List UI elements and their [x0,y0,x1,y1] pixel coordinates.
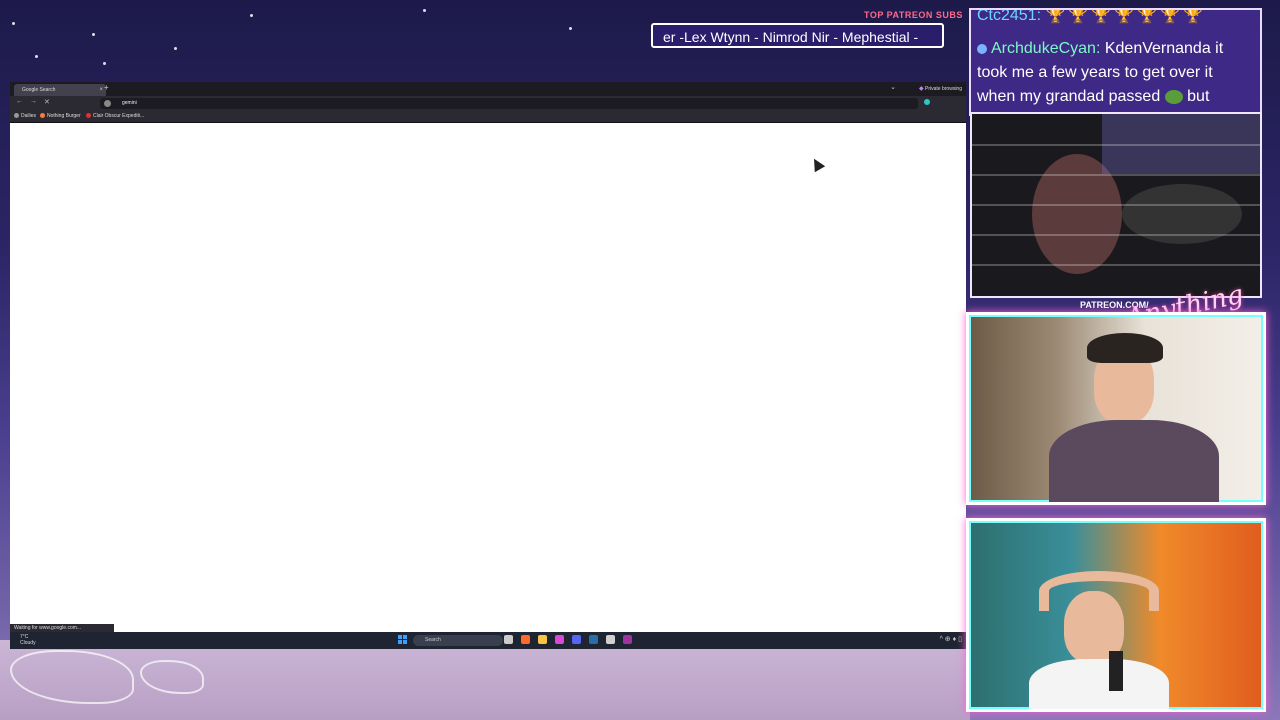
back-button[interactable]: ← [16,98,23,105]
bookmark-label: Nothing Burger [47,113,81,119]
app-icon[interactable] [623,635,632,644]
tab-bar: Google Search × + ⌄ ◆ Private browsing [10,82,966,96]
obs-icon[interactable] [606,635,615,644]
system-tray[interactable]: ^ ⊕ ♦ ▯ [940,635,962,643]
crack-decoration [10,650,134,704]
star [569,27,572,30]
close-icon[interactable]: × [99,84,103,96]
url-bar[interactable]: gemini [100,98,918,109]
shirt [1029,659,1169,709]
weather-desc: Cloudy [20,640,36,646]
extension-icon[interactable] [924,99,930,105]
private-browsing-label: Private browsing [925,86,962,92]
star [35,55,38,58]
star [92,33,95,36]
chat-message: ArchdukeCyan: KdenVernanda it took me a … [977,37,1254,109]
star [174,47,177,50]
chat-username: Ctc2451: [977,8,1042,24]
bookmark-clair-obscur[interactable]: Clair Obscur Expediti... [86,113,144,119]
star [103,62,106,65]
microphone [1109,651,1123,691]
bookmark-label: Dailies [21,113,37,119]
crack-decoration [140,660,204,694]
mask-icon: ◆ [919,86,924,92]
glitch-line [972,204,1260,206]
file-explorer-icon[interactable] [538,635,547,644]
weather-widget[interactable]: 7°C Cloudy [20,634,36,646]
ground-background [0,640,970,720]
firefox-icon[interactable] [521,635,530,644]
chat-overlay: Ctc2451: 🏆🏆🏆🏆🏆🏆🏆 ArchdukeCyan: KdenVerna… [969,8,1262,116]
chat-line: Ctc2451: 🏆🏆🏆🏆🏆🏆🏆 [977,8,1206,25]
hair [1087,333,1163,363]
taskbar-search-label: Search [425,637,441,643]
url-text: gemini [122,100,137,106]
bookmark-dailies[interactable]: Dailies [14,113,36,119]
favicon-icon [86,113,91,119]
bookmark-nothing-burger[interactable]: Nothing Burger [40,113,81,119]
bookmarks-bar: Dailies Nothing Burger Clair Obscur Expe… [10,111,966,123]
chat-badges: 🏆🏆🏆🏆🏆🏆🏆 [1045,8,1206,24]
game-capture-feed [970,112,1262,298]
steam-icon[interactable] [589,635,598,644]
stop-button[interactable]: ✕ [44,98,50,106]
patreon-subs-ticker: er -Lex Wtynn - Nimrod Nir - Mephestial … [651,23,944,48]
taskview-icon[interactable] [504,635,513,644]
navigation-bar: ← → ✕ gemini [10,96,966,111]
discord-icon[interactable] [572,635,581,644]
glitch-line [972,174,1260,176]
taskbar: 7°C Cloudy Search ^ ⊕ ♦ ▯ [10,632,966,649]
chat-text-tail: but [1187,88,1210,105]
bookmark-label: Clair Obscur Expediti... [93,113,145,119]
folder-icon [14,113,19,119]
chat-badge-icon [977,43,987,54]
tab-title: Google Search [22,87,56,93]
search-engine-icon[interactable] [104,100,111,107]
status-bar: Waiting for www.google.com... [10,624,114,632]
windows-start-icon[interactable] [398,635,408,645]
arms-raised [1039,571,1159,611]
taskbar-search[interactable]: Search [413,635,503,646]
glitch-line [972,264,1260,266]
page-content[interactable] [10,123,966,632]
glitch-line [972,234,1260,236]
star [12,22,15,25]
list-tabs-button[interactable]: ⌄ [890,83,896,91]
glitch-line [972,144,1260,146]
new-tab-button[interactable]: + [104,83,109,92]
tab-google-search[interactable]: Google Search × [14,84,106,96]
top-patreon-subs-title: TOP PATREON SUBS [864,10,963,20]
pepe-emote-icon [1164,89,1183,104]
private-browsing-indicator: ◆ Private browsing [919,85,962,92]
forward-button[interactable]: → [30,98,37,105]
shirt [1049,420,1219,502]
chat-username: ArchdukeCyan: [991,40,1101,57]
webcam-host-1 [966,312,1266,505]
star [250,14,253,17]
app-icon[interactable] [555,635,564,644]
favicon-icon [40,113,45,119]
webcam-host-2 [966,518,1266,712]
star [423,9,426,12]
